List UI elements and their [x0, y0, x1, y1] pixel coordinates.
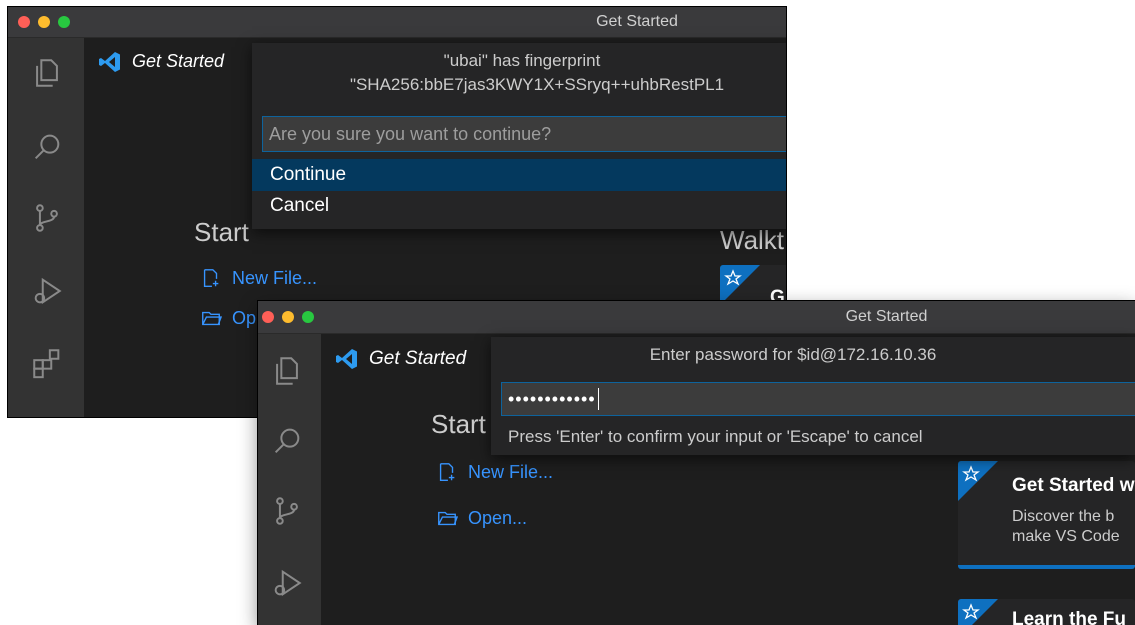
activity-bar	[258, 334, 321, 625]
quick-pick-placeholder: Are you sure you want to continue?	[269, 123, 552, 144]
open-label: Open...	[468, 507, 528, 528]
explorer-icon[interactable]	[270, 354, 304, 388]
zoom-window-button[interactable]	[302, 311, 314, 323]
cancel-label: Cancel	[270, 195, 330, 216]
window-title: Get Started	[596, 13, 678, 30]
vscode-window-front: Get Started Get Started Start New File..…	[258, 301, 1135, 625]
open-label: Op	[232, 307, 257, 328]
close-window-button[interactable]	[262, 311, 274, 323]
title-bar: Get Started	[8, 7, 786, 38]
card-description-line1: Discover the b	[1012, 508, 1115, 525]
open-link[interactable]: Op	[200, 307, 256, 329]
minimize-window-button[interactable]	[38, 16, 50, 28]
star-icon	[720, 265, 760, 305]
text-cursor	[597, 388, 599, 410]
search-icon[interactable]	[30, 130, 64, 164]
window-controls	[262, 311, 314, 323]
card-description-line2: make VS Code	[1012, 528, 1120, 545]
vscode-logo-icon	[99, 51, 120, 72]
card-title: Learn the Fu	[1012, 609, 1127, 625]
cancel-option[interactable]: Cancel	[252, 191, 786, 221]
folder-icon	[202, 311, 222, 326]
run-debug-icon[interactable]	[270, 566, 304, 600]
close-window-button[interactable]	[18, 16, 30, 28]
walkthroughs-heading: Walkt	[720, 225, 785, 255]
source-control-icon[interactable]	[30, 201, 64, 235]
continue-label: Continue	[270, 164, 347, 185]
password-masked-value: ••••••••••••	[508, 388, 596, 409]
search-icon[interactable]	[270, 424, 304, 458]
explorer-icon[interactable]	[30, 56, 64, 90]
start-heading: Start	[431, 409, 486, 439]
tab-label: Get Started	[132, 51, 225, 71]
star-icon	[958, 599, 998, 625]
quick-pick-input[interactable]: Are you sure you want to continue?	[262, 116, 786, 152]
quick-pick-fingerprint: "ubai" has fingerprint "SHA256:bbE7jas3K…	[252, 43, 786, 229]
tab-label: Get Started	[369, 348, 467, 369]
minimize-window-button[interactable]	[282, 311, 294, 323]
zoom-window-button[interactable]	[58, 16, 70, 28]
star-icon	[958, 461, 998, 501]
password-input[interactable]: ••••••••••••	[501, 382, 1135, 416]
run-debug-icon[interactable]	[30, 274, 64, 308]
vscode-logo-icon	[336, 349, 357, 369]
quick-input-title: Enter password for $id@172.16.10.36	[649, 345, 937, 364]
title-bar: Get Started	[258, 301, 1135, 334]
quick-input-password: Enter password for $id@172.16.10.36 ••••…	[491, 337, 1135, 455]
window-controls	[18, 16, 70, 28]
window-title: Get Started	[845, 308, 928, 325]
tab-get-started[interactable]: Get Started	[84, 38, 278, 85]
new-file-label: New File...	[468, 461, 554, 482]
new-file-link[interactable]: New File...	[200, 267, 317, 289]
start-heading: Start	[194, 217, 249, 247]
fingerprint-title-line1: "ubai" has fingerprint	[443, 51, 601, 70]
walkthrough-card-learn[interactable]: Learn the Fu	[958, 599, 1135, 625]
source-control-icon[interactable]	[270, 494, 304, 528]
fingerprint-title-line2: "SHA256:bbE7jas3KWY1X+SSryq++uhbRestPL1	[349, 75, 725, 94]
walkthrough-card-get-started[interactable]: Get Started w Discover the b make VS Cod…	[958, 461, 1135, 569]
new-file-icon	[439, 463, 455, 481]
quick-pick-title: "ubai" has fingerprint "SHA256:bbE7jas3K…	[252, 43, 786, 97]
continue-option[interactable]: Continue	[252, 159, 786, 191]
extensions-icon[interactable]	[30, 346, 64, 380]
tab-get-started[interactable]: Get Started	[321, 334, 505, 384]
new-file-icon	[203, 269, 219, 287]
open-link[interactable]: Open...	[436, 507, 527, 529]
quick-input-hint: Press 'Enter' to confirm your input or '…	[508, 427, 923, 446]
folder-icon	[438, 511, 458, 526]
activity-bar	[8, 38, 84, 417]
card-title: Get Started w	[1012, 475, 1135, 496]
card-progress-bar	[958, 565, 1135, 569]
new-file-link[interactable]: New File...	[436, 461, 553, 483]
new-file-label: New File...	[232, 267, 318, 288]
